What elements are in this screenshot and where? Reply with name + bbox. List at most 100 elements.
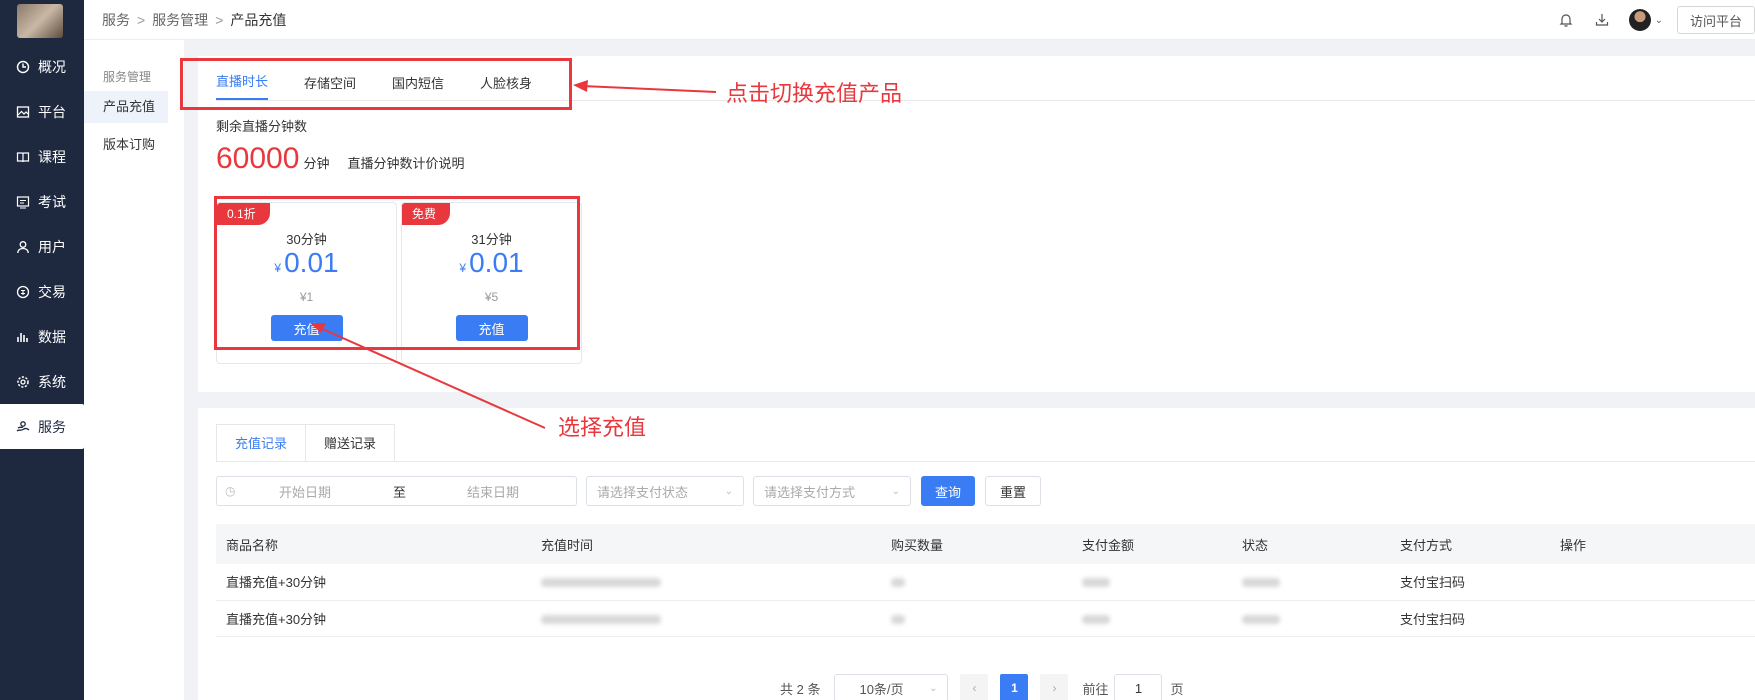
redacted-value: [541, 578, 661, 588]
sidebar-item-data[interactable]: 数据: [0, 314, 84, 359]
redacted-value: [541, 614, 661, 624]
sidebar-item-label: 服务: [38, 418, 66, 435]
bar-chart-icon: [16, 330, 30, 344]
end-date-input[interactable]: 结束日期: [467, 482, 519, 501]
pagination: 共 2 条 10条/页 ⌄ ‹ 1 › 前往 页: [780, 674, 1184, 700]
tab-recharge-records[interactable]: 充值记录: [216, 424, 307, 462]
exam-icon: [16, 195, 30, 209]
sidebar-item-exam[interactable]: 考试: [0, 179, 84, 224]
redacted-value: [891, 614, 905, 624]
reset-button[interactable]: 重置: [985, 476, 1042, 506]
cell-product-name: 直播充值+30分钟: [216, 600, 531, 637]
main-nav: 概况 平台 课程 考试 用户 交易 数据 系统 服务: [0, 44, 84, 449]
cell-quantity: [881, 600, 1072, 637]
cell-status: [1232, 600, 1390, 637]
page-number-button[interactable]: 1: [1000, 674, 1029, 700]
cell-recharge-time: [531, 600, 881, 637]
cell-quantity: [881, 564, 1072, 601]
redacted-value: [1082, 578, 1110, 588]
pricing-link[interactable]: 直播分钟数计价说明: [347, 153, 464, 172]
cell-actions: [1550, 564, 1755, 601]
redacted-value: [891, 578, 905, 588]
column-header: 状态: [1232, 524, 1390, 564]
sidebar-item-overview[interactable]: 概况: [0, 44, 84, 89]
select-placeholder: 请选择支付方式: [764, 484, 856, 500]
table-header-row: 商品名称 充值时间 购买数量 支付金额 状态 支付方式 操作: [216, 524, 1755, 564]
sub-sidebar: 服务管理 产品充值 版本订购: [84, 40, 184, 700]
cell-recharge-time: [531, 564, 881, 601]
select-placeholder: 请选择支付状态: [597, 484, 689, 500]
column-header: 支付金额: [1072, 524, 1232, 564]
breadcrumb: 服务 > 服务管理 > 产品充值: [102, 10, 286, 30]
sidebar-item-label: 系统: [38, 373, 66, 390]
annotation-box-tabs: [180, 58, 572, 110]
book-icon: [16, 150, 30, 164]
filter-bar: ◷ 开始日期 至 结束日期 请选择支付状态 ⌄ 请选择支付方式 ⌄ 查询 重置: [216, 476, 1042, 506]
page-size-select[interactable]: 10条/页 ⌄: [834, 674, 949, 700]
total-count: 共 2 条: [780, 681, 821, 697]
start-date-input[interactable]: 开始日期: [279, 482, 369, 501]
prev-page-button[interactable]: ‹: [960, 674, 989, 700]
exchange-icon: [16, 285, 30, 299]
column-header: 商品名称: [216, 524, 531, 564]
avatar[interactable]: [1628, 9, 1651, 31]
cell-status: [1232, 564, 1390, 601]
date-range-picker[interactable]: ◷ 开始日期 至 结束日期: [216, 476, 577, 506]
chevron-down-icon: ⌄: [929, 682, 938, 694]
redacted-value: [1082, 614, 1110, 624]
goto-label: 前往: [1082, 681, 1109, 697]
annotation-choose-recharge: 选择充值: [558, 416, 647, 441]
tabs-divider: [216, 461, 1755, 462]
chevron-right-icon: >: [215, 11, 224, 28]
service-icon: [16, 420, 30, 434]
subnav-item-version-order[interactable]: 版本订购: [84, 129, 184, 161]
annotation-switch-product: 点击切换充值产品: [726, 82, 903, 107]
record-tabs: 充值记录 赠送记录: [216, 424, 396, 462]
pay-method-select[interactable]: 请选择支付方式 ⌄: [753, 476, 911, 506]
tab-gift-records[interactable]: 赠送记录: [306, 424, 396, 462]
sidebar-item-course[interactable]: 课程: [0, 134, 84, 179]
sidebar-item-service[interactable]: 服务: [0, 404, 84, 449]
cell-amount: [1072, 600, 1232, 637]
top-header: 服务 > 服务管理 > 产品充值 ⌄ 访问平台: [84, 0, 1755, 40]
sidebar-item-trade[interactable]: 交易: [0, 269, 84, 314]
logo[interactable]: [17, 4, 63, 38]
clock-icon: [16, 60, 30, 74]
chevron-down-icon: ⌄: [891, 485, 900, 497]
breadcrumb-current: 产品充值: [230, 11, 287, 28]
user-icon: [16, 240, 30, 254]
sidebar-item-system[interactable]: 系统: [0, 359, 84, 404]
subnav-item-product-recharge[interactable]: 产品充值: [84, 91, 168, 123]
download-icon[interactable]: [1593, 11, 1611, 29]
table-row: 直播充值+30分钟 支付宝扫码: [216, 600, 1755, 637]
image-icon: [16, 105, 30, 119]
range-separator: 至: [393, 484, 407, 500]
breadcrumb-item[interactable]: 服务管理: [152, 12, 208, 28]
cell-pay-method: 支付宝扫码: [1390, 600, 1550, 637]
remaining-value: 60000: [216, 142, 300, 175]
remaining-label: 剩余直播分钟数: [216, 119, 308, 134]
query-button[interactable]: 查询: [921, 476, 976, 506]
column-header: 操作: [1550, 524, 1755, 564]
cell-actions: [1550, 600, 1755, 637]
redacted-value: [1242, 578, 1280, 588]
bell-icon[interactable]: [1557, 11, 1575, 29]
visit-platform-button[interactable]: 访问平台: [1676, 6, 1755, 34]
column-header: 购买数量: [881, 524, 1072, 564]
annotation-box-cards: [214, 196, 580, 350]
page-size-value: 10条/页: [859, 681, 904, 697]
redacted-value: [1242, 614, 1280, 624]
sidebar-item-label: 考试: [38, 193, 66, 210]
sidebar-item-user[interactable]: 用户: [0, 224, 84, 269]
sidebar-item-label: 概况: [38, 58, 66, 75]
column-header: 支付方式: [1390, 524, 1550, 564]
chevron-down-icon[interactable]: ⌄: [1655, 15, 1663, 26]
header-actions: ⌄ 访问平台: [1539, 0, 1755, 40]
breadcrumb-item[interactable]: 服务: [102, 12, 130, 28]
next-page-button[interactable]: ›: [1040, 674, 1069, 700]
goto-page-input[interactable]: [1114, 674, 1163, 700]
clock-icon: ◷: [225, 484, 236, 498]
records-panel: 充值记录 赠送记录 ◷ 开始日期 至 结束日期 请选择支付状态 ⌄ 请选择支付方…: [198, 408, 1755, 700]
sidebar-item-platform[interactable]: 平台: [0, 89, 84, 134]
pay-status-select[interactable]: 请选择支付状态 ⌄: [586, 476, 744, 506]
